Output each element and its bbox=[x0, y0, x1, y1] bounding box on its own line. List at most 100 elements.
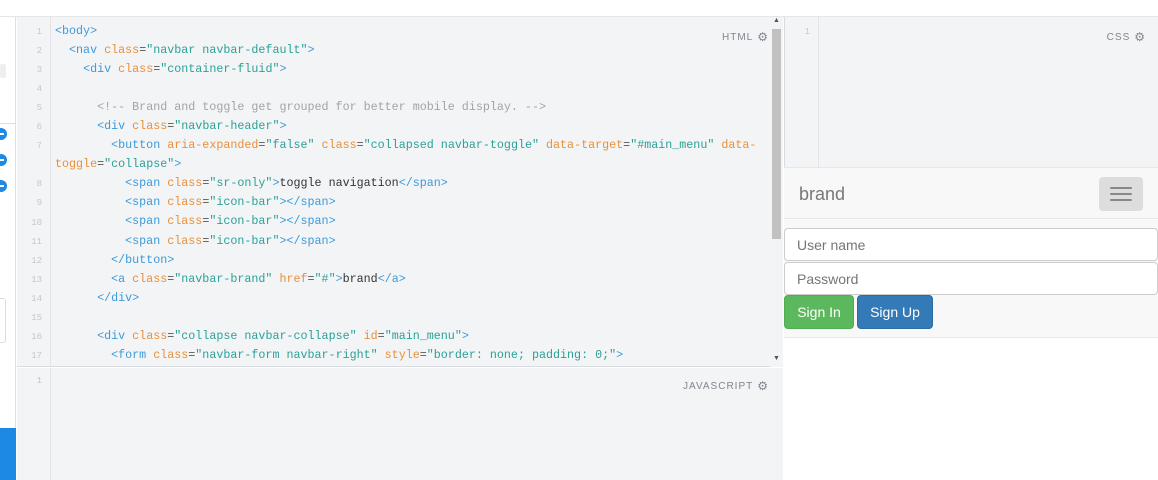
gear-icon[interactable]: ⚙ bbox=[757, 30, 769, 44]
hamburger-icon bbox=[1110, 193, 1132, 195]
top-bar bbox=[0, 0, 1158, 17]
vertical-scrollbar[interactable]: ▲ ▼ bbox=[770, 17, 783, 367]
code-token-str: "navbar-header" bbox=[174, 119, 280, 134]
code-token-tag: > bbox=[335, 271, 343, 286]
line-number: 13 bbox=[31, 274, 42, 285]
sign-up-button[interactable]: Sign Up bbox=[857, 295, 933, 329]
code-token-attr: class bbox=[118, 62, 154, 77]
line-number: 6 bbox=[36, 122, 42, 133]
line-number: 17 bbox=[31, 350, 42, 361]
code-token-str: "collapsed navbar-toggle" bbox=[363, 138, 539, 153]
code-line[interactable]: <button aria-expanded="false" class="col… bbox=[55, 136, 771, 174]
code-token-tag: <a bbox=[111, 271, 126, 286]
javascript-label: JAVASCRIPT bbox=[683, 380, 754, 392]
code-line[interactable]: <span class="icon-bar"></span> bbox=[55, 193, 771, 212]
code-line[interactable]: <form class = "navbar-form navbar-right" s… bbox=[55, 346, 771, 365]
code-token-str: "container-fluid" bbox=[160, 62, 280, 77]
css-pane-label[interactable]: CSS ⚙ bbox=[1107, 30, 1146, 44]
code-token-tag: </a> bbox=[377, 271, 406, 286]
code-line[interactable]: <div class = "collapse navbar-collapse" id… bbox=[55, 327, 771, 346]
remove-icon[interactable] bbox=[0, 128, 7, 140]
line-number: 16 bbox=[31, 331, 42, 342]
password-input[interactable] bbox=[784, 262, 1158, 295]
navbar-toggle-button[interactable] bbox=[1099, 177, 1143, 211]
html-code-editor[interactable]: <body> <nav class="navbar navbar-default… bbox=[55, 22, 771, 365]
code-line[interactable]: <span class="icon-bar"></span> bbox=[55, 232, 771, 251]
code-line[interactable]: </div> bbox=[55, 289, 771, 308]
code-token-tag: <button bbox=[111, 138, 161, 153]
line-number-gutter: 1 bbox=[17, 368, 51, 480]
code-line[interactable] bbox=[55, 308, 771, 327]
gear-icon[interactable]: ⚙ bbox=[757, 379, 769, 393]
scroll-up-arrow-icon[interactable]: ▲ bbox=[773, 17, 780, 24]
code-token-tag: <div bbox=[83, 62, 112, 77]
code-line[interactable]: <div class="container-fluid"> bbox=[55, 60, 771, 79]
code-line[interactable]: </button> bbox=[55, 251, 771, 270]
code-line[interactable]: <div class="navbar-header"> bbox=[55, 117, 771, 136]
code-token-tag: > bbox=[279, 119, 287, 134]
line-number: 12 bbox=[31, 255, 42, 266]
code-line[interactable]: <span class="icon-bar"></span> bbox=[55, 212, 771, 231]
code-token-tag: </span> bbox=[286, 214, 336, 229]
code-token-attr: style bbox=[384, 347, 420, 362]
remove-icon[interactable] bbox=[0, 154, 7, 166]
code-line[interactable] bbox=[55, 79, 771, 98]
code-token-punc: = bbox=[356, 138, 364, 153]
code-token-attr: href bbox=[279, 271, 308, 286]
navbar: brand Sign In Sign Up bbox=[784, 167, 1158, 338]
sign-in-button[interactable]: Sign In bbox=[784, 295, 854, 329]
scrollbar-thumb[interactable] bbox=[772, 29, 781, 239]
code-token-attr: class bbox=[167, 176, 203, 191]
gear-icon[interactable]: ⚙ bbox=[1134, 30, 1146, 44]
scroll-down-arrow-icon[interactable]: ▼ bbox=[773, 355, 780, 362]
line-number: 10 bbox=[31, 217, 42, 228]
html-label: HTML bbox=[722, 31, 754, 43]
line-number: 1 bbox=[36, 376, 42, 386]
html-pane-label[interactable]: HTML ⚙ bbox=[722, 30, 769, 44]
code-token-tag: </div> bbox=[97, 290, 140, 305]
code-token-tag: <body> bbox=[55, 24, 98, 38]
code-token-str: "icon-bar" bbox=[209, 214, 280, 229]
line-number-gutter: 1 2 3 4 5 6 7 8 9 10 11 12 13 14 15 16 17 bbox=[17, 17, 51, 366]
badge bbox=[0, 64, 6, 78]
code-token-tag: <span bbox=[125, 195, 161, 210]
line-number: 5 bbox=[36, 103, 42, 114]
code-token-attr: class bbox=[167, 214, 203, 229]
code-line[interactable]: <body> bbox=[55, 22, 771, 41]
code-line[interactable]: <nav class="navbar navbar-default"> bbox=[55, 41, 771, 60]
code-token-attr: data-target bbox=[546, 138, 624, 153]
code-line[interactable]: <a class="navbar-brand" href="#">brand</… bbox=[55, 270, 771, 289]
code-token-attr: aria-expanded bbox=[167, 138, 259, 153]
code-token-attr: class bbox=[167, 195, 203, 210]
javascript-editor-pane[interactable]: 1 JAVASCRIPT ⚙ bbox=[17, 368, 783, 480]
css-label: CSS bbox=[1106, 31, 1131, 43]
code-token-str: "navbar navbar-default" bbox=[146, 43, 308, 58]
code-token-tag: <div bbox=[97, 328, 126, 343]
divider bbox=[784, 218, 1158, 219]
username-input[interactable] bbox=[784, 228, 1158, 261]
code-token-tag: <span bbox=[125, 214, 161, 229]
code-line[interactable]: <span class="sr-only">toggle navigation<… bbox=[55, 174, 771, 193]
code-line[interactable]: <!-- Brand and toggle get grouped for be… bbox=[55, 98, 771, 117]
code-token-com: <!-- Brand and toggle get grouped for be… bbox=[97, 100, 546, 115]
sidebar-blue-button[interactable] bbox=[0, 428, 16, 480]
code-token-str: "#" bbox=[314, 271, 336, 286]
html-editor-pane[interactable]: 1 2 3 4 5 6 7 8 9 10 11 12 13 14 15 16 17 <body> <nav cl… bbox=[17, 17, 783, 367]
line-number: 14 bbox=[31, 293, 42, 304]
remove-icon[interactable] bbox=[0, 180, 7, 192]
navbar-brand[interactable]: brand bbox=[799, 184, 845, 205]
code-token-tag: <nav bbox=[69, 43, 98, 58]
javascript-pane-label[interactable]: JAVASCRIPT ⚙ bbox=[683, 379, 769, 393]
code-token-txt: toggle navigation bbox=[279, 176, 399, 191]
css-editor-pane[interactable]: 1 CSS ⚙ bbox=[784, 17, 1158, 167]
